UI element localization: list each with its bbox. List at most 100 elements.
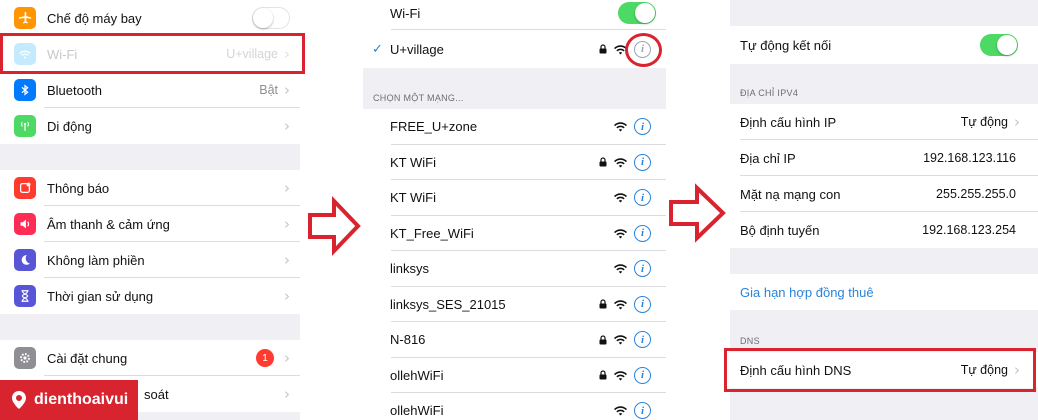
info-icon[interactable]: i [634,224,651,242]
network-row[interactable]: linksys_SES_21015 i [363,286,666,322]
wifi-list-panel: Wi-Fi ✓ U+village i CHỌN MỘT MẠNG... FRE… [363,0,666,420]
network-row[interactable]: FREE_U+zone i [363,109,666,145]
gear-icon [14,347,36,369]
chevron-right-icon: › [284,385,290,403]
chevron-right-icon: › [284,215,290,233]
logo-text: dienthoaivui [34,391,129,408]
sounds-row[interactable]: Âm thanh & cảm ứng › [0,206,300,242]
cellular-icon [14,115,36,137]
configure-dns-value: Tự động [960,363,1008,377]
network-name: N-816 [390,332,426,348]
sounds-label: Âm thanh & cảm ứng [47,216,170,232]
chevron-right-icon: › [284,287,290,305]
chevron-right-icon: › [1014,113,1020,131]
auto-join-toggle[interactable] [980,34,1018,56]
auto-join-label: Tự động kết nối [740,37,832,53]
airplane-mode-toggle[interactable] [252,7,290,29]
network-name: ollehWiFi [390,403,444,419]
configure-ip-row[interactable]: Định cấu hình IP Tự động › [730,104,1038,140]
moon-icon [14,249,36,271]
network-name: KT WiFi [390,190,436,206]
screentime-label: Thời gian sử dụng [47,288,154,304]
screentime-row[interactable]: Thời gian sử dụng › [0,278,300,314]
info-icon[interactable]: i [634,118,651,136]
info-icon[interactable]: i [634,295,651,313]
sounds-icon [14,213,36,235]
network-name: FREE_U+zone [390,119,478,135]
configure-dns-row[interactable]: Định cấu hình DNS Tự động › [730,352,1038,388]
network-name: ollehWiFi [390,367,444,383]
router-value: 192.168.123.254 [922,223,1016,237]
update-badge: 1 [256,349,274,367]
wifi-toggle-row[interactable]: Wi-Fi [363,0,666,30]
chevron-right-icon: › [284,179,290,197]
info-icon[interactable]: i [634,40,651,58]
airplane-mode-row[interactable]: Chế độ máy bay [0,0,300,36]
general-row[interactable]: Cài đặt chung 1 › [0,340,300,376]
renew-lease-row[interactable]: Gia hạn hợp đồng thuê [730,274,1038,310]
info-icon[interactable]: i [634,366,651,384]
chevron-right-icon: › [284,251,290,269]
chevron-right-icon: › [284,117,290,135]
notifications-label: Thông báo [47,180,110,196]
wifi-toggle-label: Wi-Fi [390,5,421,21]
wifi-signal-icon [614,229,627,239]
ip-address-label: Địa chỉ IP [740,150,796,166]
airplane-mode-label: Chế độ máy bay [47,10,142,26]
general-label: Cài đặt chung [47,350,128,366]
router-row: Bộ định tuyến 192.168.123.254 [730,212,1038,248]
wifi-label: Wi-Fi [47,46,78,62]
renew-lease-link[interactable]: Gia hạn hợp đồng thuê [730,285,1038,300]
lock-icon [599,335,607,345]
network-row[interactable]: KT WiFi i [363,144,666,180]
notifications-row[interactable]: Thông báo › [0,170,300,206]
wifi-icon [14,43,36,65]
bluetooth-label: Bluetooth [47,82,102,98]
info-icon[interactable]: i [634,153,651,171]
choose-network-header: CHỌN MỘT MẠNG... [373,93,464,103]
chevron-right-icon: › [284,349,290,367]
configure-ip-value: Tự động [960,115,1008,129]
bluetooth-row[interactable]: Bluetooth Bật › [0,72,300,108]
network-name: KT WiFi [390,154,436,170]
configure-ip-label: Định cấu hình IP [740,114,837,130]
router-label: Bộ định tuyến [740,222,820,238]
brand-logo: dienthoaivui [0,380,138,420]
network-row[interactable]: ollehWiFi i [363,357,666,393]
network-row[interactable]: KT_Free_WiFi i [363,215,666,251]
chevron-right-icon: › [284,45,290,63]
info-icon[interactable]: i [634,189,651,207]
cellular-label: Di động [47,118,92,134]
arrow-right-icon [669,183,726,243]
auto-join-row[interactable]: Tự động kết nối [730,26,1038,64]
notifications-icon [14,177,36,199]
chevron-right-icon: › [1014,361,1020,379]
subnet-label: Mặt nạ mạng con [740,186,841,202]
wifi-signal-icon [614,335,627,345]
network-row[interactable]: KT WiFi i [363,180,666,216]
dnd-label: Không làm phiền [47,252,145,268]
dnd-row[interactable]: Không làm phiền › [0,242,300,278]
wifi-signal-icon [614,406,627,416]
lock-icon [599,370,607,380]
logo-mark-icon [12,391,26,409]
settings-panel: Chế độ máy bay Wi-Fi U+village › Bluetoo… [0,0,300,420]
wifi-signal-icon [614,300,627,310]
info-icon[interactable]: i [634,331,651,349]
subnet-row: Mặt nạ mạng con 255.255.255.0 [730,176,1038,212]
wifi-row[interactable]: Wi-Fi U+village › [0,36,300,72]
network-row[interactable]: N-816 i [363,322,666,358]
network-row[interactable]: ollehWiFi i [363,393,666,420]
info-icon[interactable]: i [634,260,651,278]
lock-icon [599,299,607,309]
connected-network-row[interactable]: ✓ U+village i [363,30,666,68]
network-name: KT_Free_WiFi [390,225,474,241]
cellular-row[interactable]: Di động › [0,108,300,144]
wifi-toggle[interactable] [618,2,656,24]
network-row[interactable]: linksys i [363,251,666,287]
wifi-value: U+village [226,47,278,61]
network-name: linksys [390,261,430,277]
ip-address-value: 192.168.123.116 [923,151,1016,165]
network-detail-panel: Tự động kết nối ĐỊA CHỈ IPV4 Định cấu hì… [730,0,1038,420]
info-icon[interactable]: i [634,402,651,420]
